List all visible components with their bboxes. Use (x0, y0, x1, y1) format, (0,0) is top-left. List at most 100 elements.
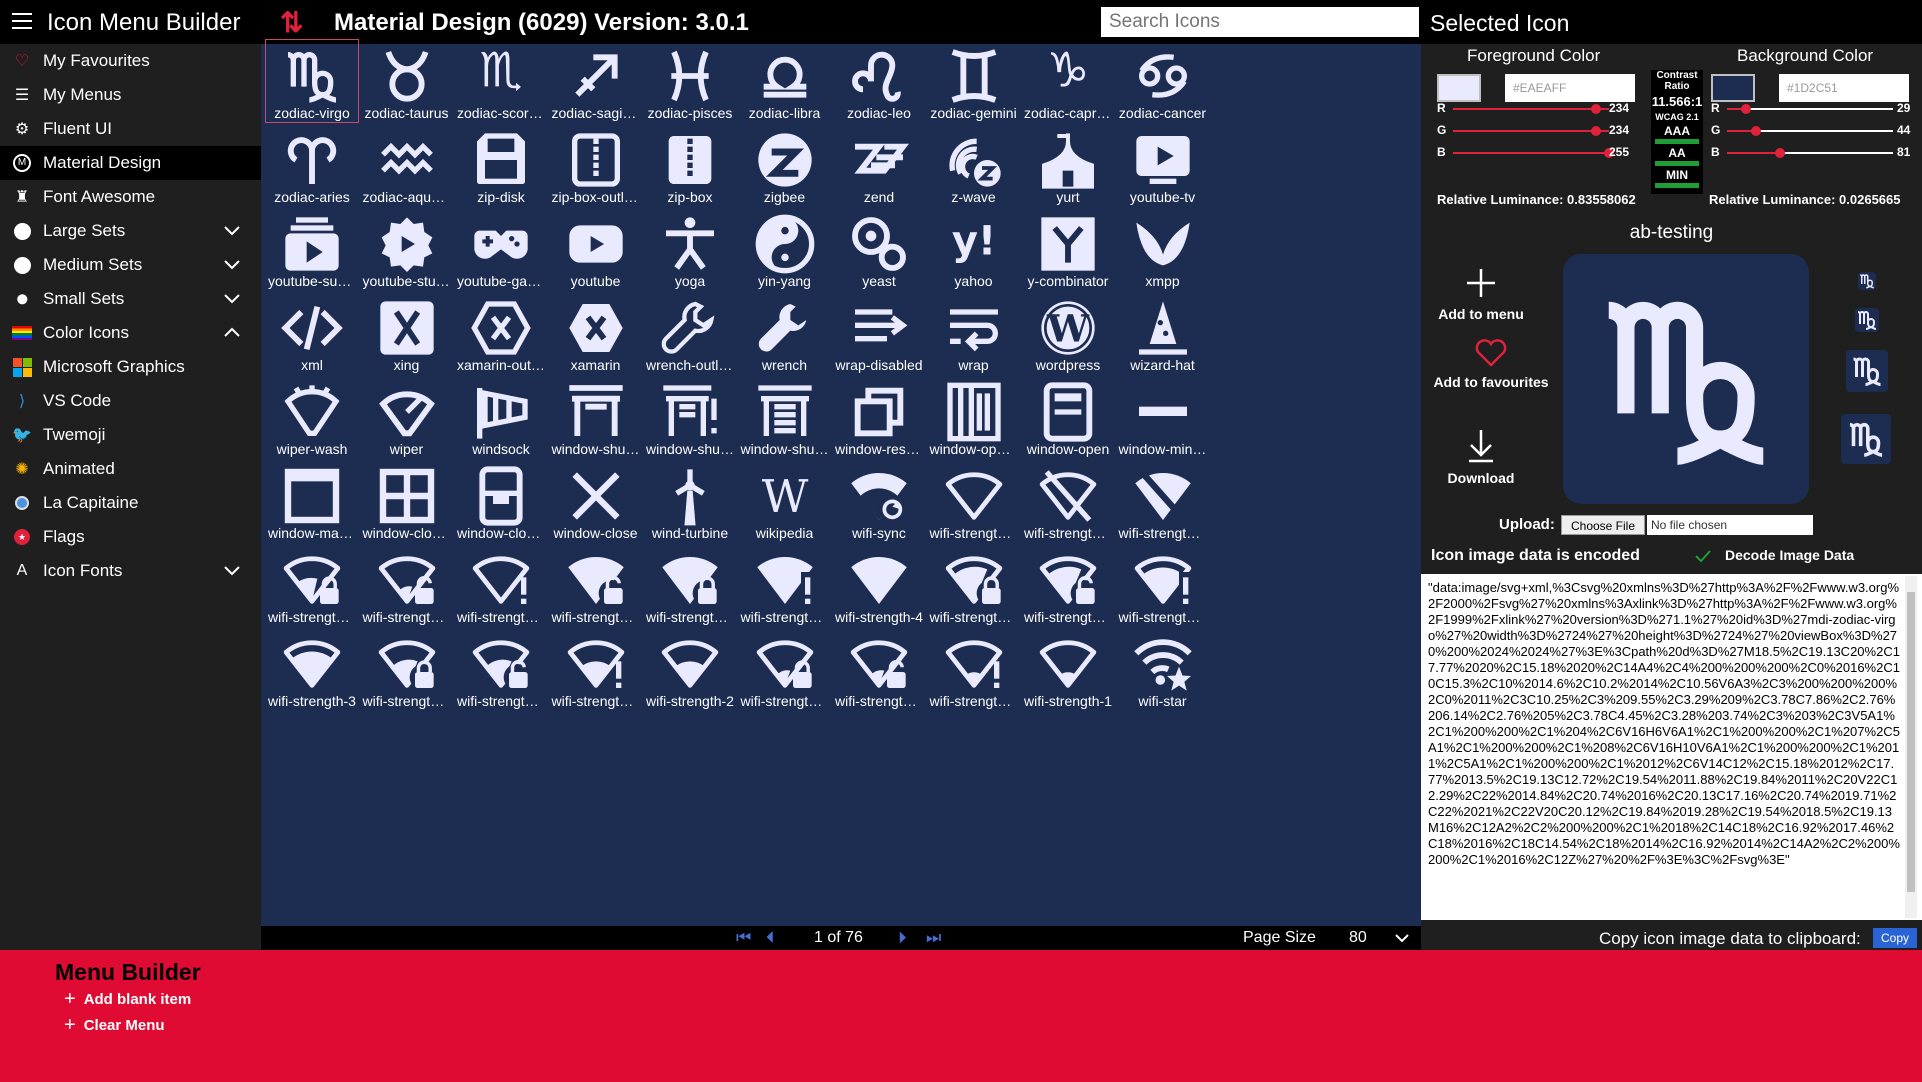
foreground-r-slider[interactable] (1453, 104, 1609, 114)
icon-tile[interactable]: yin-yang (738, 207, 832, 291)
icon-tile[interactable]: wizard-hat (1116, 291, 1210, 375)
icon-tile[interactable]: zodiac-aquarius (360, 123, 454, 207)
sidebar-item-fluent-ui[interactable]: ⚙ Fluent UI (0, 112, 261, 146)
icon-tile[interactable]: wifi-strength-... (1021, 543, 1115, 627)
decode-image-data-toggle[interactable]: Decode Image Data (1725, 547, 1854, 563)
icon-tile[interactable]: wifi-strength-... (549, 627, 643, 711)
icon-tile[interactable]: wifi-strength-3 (265, 627, 359, 711)
icon-tile[interactable]: wiper-wash (265, 375, 359, 459)
icon-tile[interactable]: wind-turbine (643, 459, 737, 543)
sort-icon[interactable]: ⇅ (280, 6, 303, 39)
sidebar-item-microsoft-graphics[interactable]: Microsoft Graphics (0, 350, 261, 384)
icon-tile[interactable]: zodiac-sagitta... (549, 39, 643, 123)
sidebar-item-material-design[interactable]: M Material Design (0, 146, 261, 180)
icon-tile[interactable]: youtube-subs... (265, 207, 359, 291)
chevron-down-icon[interactable] (223, 256, 241, 274)
sidebar-item-small-sets[interactable]: Small Sets (0, 282, 261, 316)
sidebar-item-icon-fonts[interactable]: A Icon Fonts (0, 554, 261, 588)
chevron-down-icon[interactable] (223, 222, 241, 240)
icon-tile[interactable]: xmpp (1116, 207, 1210, 291)
icon-tile[interactable]: window-open (1021, 375, 1115, 459)
icon-tile[interactable]: xml (265, 291, 359, 375)
slider-thumb[interactable] (1591, 126, 1602, 136)
icon-tile[interactable]: wifi-strength-... (1116, 459, 1210, 543)
foreground-g-slider[interactable] (1453, 126, 1609, 136)
icon-tile[interactable]: youtube (549, 207, 643, 291)
icon-tile[interactable]: zodiac-pisces (643, 39, 737, 123)
icon-tile[interactable]: wifi-strength-... (738, 543, 832, 627)
icon-tile[interactable]: wifi-strength-2 (643, 627, 737, 711)
icon-tile[interactable]: zip-box-outline (549, 123, 643, 207)
last-page-icon[interactable]: ⏭ (926, 928, 941, 948)
icon-tile[interactable]: wifi-strength-... (454, 543, 548, 627)
icon-tile[interactable]: window-restore (832, 375, 926, 459)
slider-thumb[interactable] (1591, 104, 1602, 114)
icon-tile[interactable]: wifi-strength-... (738, 627, 832, 711)
chevron-down-icon[interactable] (223, 290, 241, 308)
icon-tile[interactable]: wifi-strength-... (1116, 543, 1210, 627)
icon-tile[interactable]: wiper (360, 375, 454, 459)
slider-thumb[interactable] (1774, 148, 1785, 158)
icon-tile[interactable]: zodiac-taurus (360, 39, 454, 123)
icon-tile[interactable]: wifi-strength-... (360, 627, 454, 711)
clear-menu-button[interactable]: + Clear Menu (64, 1014, 165, 1037)
icon-tile[interactable]: window-maxi... (265, 459, 359, 543)
icon-tile[interactable]: ♏ zodiac-scorpio (454, 39, 548, 123)
previous-page-icon[interactable]: ⏴ (766, 928, 775, 948)
sidebar-item-medium-sets[interactable]: Medium Sets (0, 248, 261, 282)
icon-tile[interactable]: zodiac-virgo (265, 39, 359, 123)
icon-tile[interactable]: zend (832, 123, 926, 207)
icon-tile[interactable]: zip-box (643, 123, 737, 207)
icon-tile[interactable]: window-close... (360, 459, 454, 543)
copy-button[interactable]: Copy (1873, 928, 1917, 948)
icon-tile[interactable]: wifi-strength-... (1021, 459, 1115, 543)
image-data-textarea[interactable]: "data:image/svg+xml,%3Csvg%20xmlns%3D%27… (1421, 574, 1922, 920)
slider-thumb[interactable] (1750, 126, 1761, 136)
icon-tile[interactable]: youtube-tv (1116, 123, 1210, 207)
sidebar-item-twemoji[interactable]: 🐦 Twemoji (0, 418, 261, 452)
background-r-slider[interactable] (1727, 104, 1893, 114)
download-button[interactable]: Download (1431, 428, 1531, 486)
icon-tile[interactable]: window-mini... (1116, 375, 1210, 459)
icon-tile[interactable]: Wwordpress (1021, 291, 1115, 375)
icon-tile[interactable]: wifi-strength-... (643, 543, 737, 627)
icon-tile[interactable]: zodiac-cancer (1116, 39, 1210, 123)
icon-tile[interactable]: wifi-star (1116, 627, 1210, 711)
icon-tile[interactable]: window-shutter (738, 375, 832, 459)
foreground-hex-field[interactable]: #EAEAFF (1505, 74, 1635, 102)
icon-tile[interactable]: wrap (927, 291, 1021, 375)
chevron-down-icon[interactable] (223, 562, 241, 580)
icon-tile[interactable]: wifi-strength-... (927, 459, 1021, 543)
checkmark-icon[interactable] (1695, 549, 1711, 563)
add-to-favourites-button[interactable]: Add to favourites (1421, 338, 1561, 390)
icon-tile[interactable]: xamarin (549, 291, 643, 375)
background-swatch[interactable] (1711, 74, 1755, 102)
sidebar-item-font-awesome[interactable]: ♜ Font Awesome (0, 180, 261, 214)
hamburger-menu-icon[interactable] (12, 13, 32, 29)
sidebar-item-flags[interactable]: ★ Flags (0, 520, 261, 554)
background-b-slider[interactable] (1727, 148, 1893, 158)
first-page-icon[interactable]: ⏮ (736, 928, 751, 948)
icon-tile[interactable]: wrench (738, 291, 832, 375)
add-blank-item-button[interactable]: + Add blank item (64, 988, 191, 1011)
sidebar-item-large-sets[interactable]: Large Sets (0, 214, 261, 248)
icon-tile[interactable]: xamarin-outline (454, 291, 548, 375)
icon-tile[interactable]: wifi-strength-... (832, 627, 926, 711)
icon-tile[interactable]: yeast (832, 207, 926, 291)
background-g-slider[interactable] (1727, 126, 1893, 136)
sidebar-item-la-capitaine[interactable]: La Capitaine (0, 486, 261, 520)
icon-tile[interactable]: wifi-strength-1 (1021, 627, 1115, 711)
icon-tile[interactable]: zodiac-leo (832, 39, 926, 123)
icon-tile[interactable]: wrench-outline (643, 291, 737, 375)
icon-tile[interactable]: youtube-studio (360, 207, 454, 291)
icon-tile[interactable]: windsock (454, 375, 548, 459)
sidebar-item-my-favourites[interactable]: ♡ My Favourites (0, 44, 261, 78)
icon-tile[interactable]: wrap-disabled (832, 291, 926, 375)
icon-tile[interactable]: Wwikipedia (738, 459, 832, 543)
icon-tile[interactable]: wifi-sync (832, 459, 926, 543)
icon-tile[interactable]: wifi-strength-... (927, 543, 1021, 627)
next-page-icon[interactable]: ⏵ (898, 928, 907, 948)
icon-tile[interactable]: wifi-strength-... (927, 627, 1021, 711)
icon-tile[interactable]: y-combinator (1021, 207, 1115, 291)
slider-thumb[interactable] (1740, 104, 1751, 114)
